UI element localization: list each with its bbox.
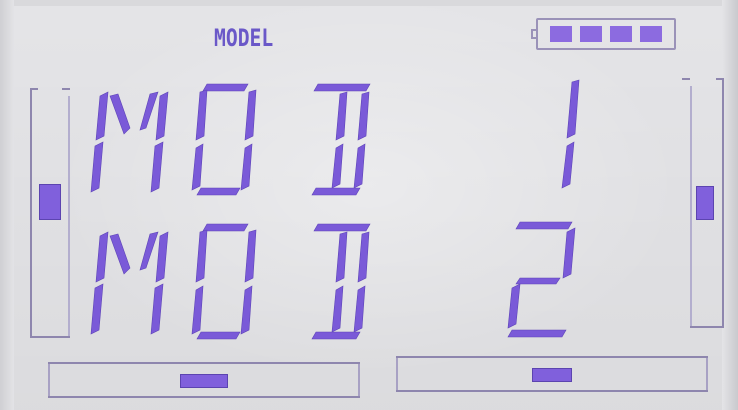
line2-letter-d — [311, 223, 371, 340]
line1-digit-1 — [561, 79, 580, 189]
right-vertical-trim — [682, 78, 724, 328]
transmitter-lcd-screen: MODEL — [0, 0, 738, 410]
line2-letter-o — [191, 223, 257, 340]
segment-display — [90, 79, 580, 340]
right-horizontal-trim — [396, 356, 708, 392]
line2-digit-2 — [507, 221, 576, 338]
line2-letter-m — [90, 231, 169, 335]
left-vertical-trim-indicator — [39, 184, 61, 220]
left-horizontal-trim — [48, 362, 360, 398]
right-vertical-trim-indicator — [696, 186, 714, 220]
line1-letter-o — [191, 83, 257, 196]
left-horizontal-trim-indicator — [180, 374, 228, 388]
left-vertical-trim — [30, 88, 70, 338]
line1-letter-d — [311, 83, 371, 196]
right-horizontal-trim-indicator — [532, 368, 572, 382]
line1-letter-m — [90, 91, 169, 193]
